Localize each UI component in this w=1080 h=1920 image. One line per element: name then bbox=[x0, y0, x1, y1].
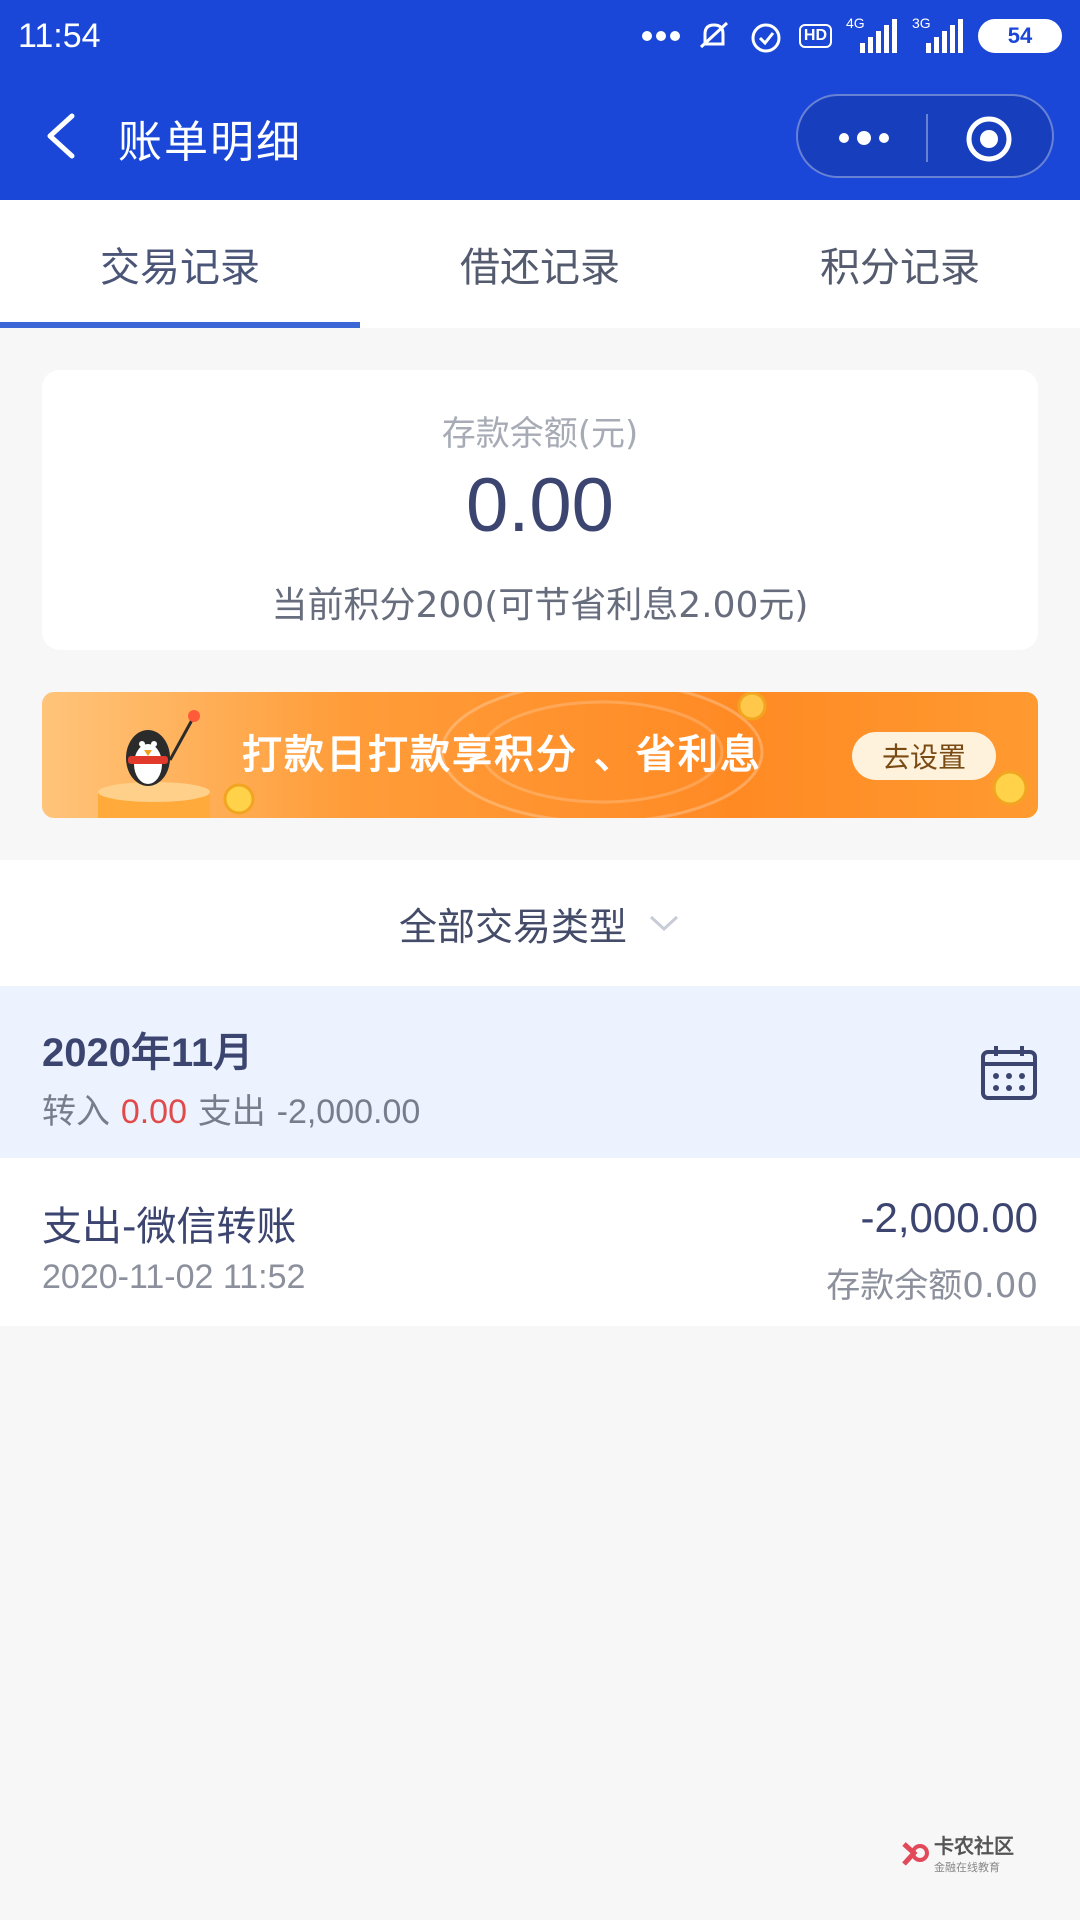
miniprogram-capsule bbox=[796, 94, 1054, 178]
capsule-divider bbox=[926, 114, 928, 162]
balance-card: 存款余额(元) 0.00 当前积分200(可节省利息2.00元) bbox=[42, 370, 1038, 650]
balance-label: 存款余额(元) bbox=[441, 414, 639, 454]
status-bar: 11:54 HD 4G 3G 54 bbox=[0, 0, 1080, 72]
battery-icon: 54 bbox=[978, 19, 1062, 53]
watermark-subtitle: 金融在线教育 bbox=[934, 1861, 1000, 1874]
tab-label: 积分记录 bbox=[820, 245, 980, 291]
page-title: 账单明细 bbox=[118, 117, 302, 168]
close-miniprogram-icon[interactable] bbox=[964, 114, 1014, 164]
points-text: 当前积分200(可节省利息2.00元) bbox=[271, 585, 809, 626]
tab-borrow-repay[interactable]: 借还记录 bbox=[360, 200, 720, 328]
record-tabs: 交易记录 借还记录 积分记录 bbox=[0, 200, 1080, 328]
nav-bar: 账单明细 bbox=[0, 72, 1080, 200]
transaction-title: 支出-微信转账 bbox=[42, 1204, 297, 1250]
mute-bell-icon bbox=[699, 21, 728, 49]
coin-icon bbox=[737, 692, 767, 721]
tab-transactions[interactable]: 交易记录 bbox=[0, 200, 360, 328]
go-settings-button[interactable]: 去设置 bbox=[852, 732, 996, 780]
banner-text: 打款日打款享积分 、省利息 bbox=[242, 732, 762, 778]
transaction-type-filter[interactable]: 全部交易类型 bbox=[0, 860, 1080, 986]
more-menu-icon[interactable] bbox=[832, 120, 896, 156]
transaction-row[interactable]: 支出-微信转账 2020-11-02 11:52 -2,000.00 存款余额0… bbox=[0, 1158, 1080, 1326]
hd-icon: HD bbox=[798, 24, 832, 48]
out-value: -2,000.00 bbox=[276, 1093, 421, 1131]
tab-points[interactable]: 积分记录 bbox=[720, 200, 1080, 328]
more-dots-icon bbox=[641, 31, 680, 41]
alarm-icon bbox=[751, 23, 781, 53]
watermark-title: 卡农社区 bbox=[934, 1834, 1014, 1858]
transaction-balance: 存款余额0.00 bbox=[826, 1266, 1038, 1306]
calendar-icon[interactable] bbox=[980, 1044, 1038, 1102]
coin-icon bbox=[223, 783, 255, 815]
promo-banner[interactable]: 打款日打款享积分 、省利息 去设置 bbox=[42, 692, 1038, 818]
chevron-down-icon bbox=[649, 915, 679, 932]
battery-level: 54 bbox=[1007, 23, 1033, 48]
tab-label: 借还记录 bbox=[460, 245, 620, 291]
transaction-amount: -2,000.00 bbox=[860, 1194, 1038, 1241]
signal-3g-icon: 3G bbox=[912, 15, 964, 55]
transaction-datetime: 2020-11-02 11:52 bbox=[42, 1258, 306, 1296]
back-arrow-icon[interactable] bbox=[38, 108, 88, 164]
status-time: 11:54 bbox=[18, 16, 101, 55]
coin-icon bbox=[992, 770, 1028, 806]
watermark-logo-icon bbox=[902, 1841, 929, 1866]
month-summary-row: 2020年11月 转入 0.00 支出 -2,000.00 bbox=[0, 986, 1080, 1158]
watermark: 卡农社区 金融在线教育 bbox=[900, 1830, 1014, 1875]
status-icons: HD 4G 3G 54 bbox=[641, 15, 1062, 55]
balance-value: 0.00 bbox=[466, 463, 614, 548]
filter-label: 全部交易类型 bbox=[398, 904, 627, 949]
in-value: 0.00 bbox=[120, 1093, 187, 1131]
month-title: 2020年11月 bbox=[42, 1031, 254, 1075]
tab-label: 交易记录 bbox=[100, 245, 260, 291]
out-label: 支出 bbox=[197, 1092, 266, 1132]
signal-4g-icon: 4G bbox=[846, 15, 898, 55]
month-summary: 转入 0.00 支出 -2,000.00 bbox=[42, 1084, 420, 1133]
in-label: 转入 bbox=[42, 1092, 110, 1132]
